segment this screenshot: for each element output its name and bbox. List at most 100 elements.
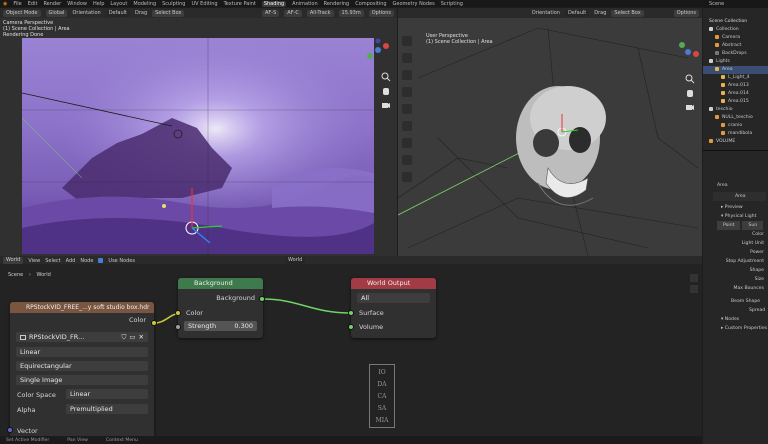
outliner-item[interactable]: cranio: [703, 122, 768, 130]
world-output-node[interactable]: World Output All Surface Volume: [351, 278, 436, 338]
source-dropdown[interactable]: Single Image: [16, 375, 148, 385]
drag-dropdown[interactable]: Select Box: [152, 9, 185, 17]
hand-pan-icon-right[interactable]: [685, 88, 695, 100]
alpha-dropdown[interactable]: Premultiplied: [66, 404, 148, 414]
scene-selector[interactable]: Scene: [703, 0, 768, 8]
outliner-item[interactable]: L_Light_4: [703, 74, 768, 82]
menu-edit[interactable]: Edit: [28, 1, 38, 7]
property-field[interactable]: Color: [703, 230, 768, 239]
spread-row[interactable]: Spread: [703, 306, 768, 315]
menu-select[interactable]: Select: [45, 258, 60, 264]
transform-orientation[interactable]: Global: [45, 9, 68, 17]
options-button[interactable]: Options: [368, 9, 394, 17]
navigation-gizmo[interactable]: [366, 38, 390, 62]
property-field[interactable]: Max Bounces: [703, 284, 768, 293]
camera-view-icon-right[interactable]: [685, 102, 695, 114]
property-field[interactable]: Power: [703, 248, 768, 257]
menu-window[interactable]: Window: [67, 1, 87, 7]
volume-socket[interactable]: [348, 324, 354, 330]
measure-tool-icon[interactable]: [402, 155, 412, 165]
editor-type-dropdown[interactable]: World: [3, 257, 24, 264]
node-zoom-icon[interactable]: [690, 274, 698, 282]
select-tool-icon[interactable]: [402, 36, 412, 46]
menu-help[interactable]: Help: [93, 1, 104, 7]
environment-texture-node[interactable]: RPStockVID_FREE_...y soft studio box.hdr…: [10, 302, 154, 444]
outliner-item[interactable]: NULL_teschio: [703, 114, 768, 122]
annotate-tool-icon[interactable]: [402, 138, 412, 148]
projection-dropdown[interactable]: Equirectangular: [16, 361, 148, 371]
node-editor[interactable]: Scene › World RPStockVID_FREE_...y soft …: [0, 264, 702, 444]
tab-rendering[interactable]: Rendering: [324, 1, 350, 7]
fake-user-shield-icon[interactable]: ⛉: [122, 332, 127, 342]
tab-sculpting[interactable]: Sculpting: [162, 1, 185, 7]
outliner-item[interactable]: VOLUME: [703, 138, 768, 146]
menu-file[interactable]: File: [13, 1, 21, 7]
light-type-point[interactable]: Point: [717, 221, 741, 230]
outliner-item[interactable]: mandibola: [703, 130, 768, 138]
outliner-item[interactable]: Camera: [703, 34, 768, 42]
env-vector-socket[interactable]: [7, 427, 13, 433]
section-nodes[interactable]: ▾ Nodes: [703, 315, 768, 324]
property-field[interactable]: Shape: [703, 266, 768, 275]
tab-shading[interactable]: Shading: [261, 0, 287, 7]
af-c-button[interactable]: AF-C: [284, 9, 302, 17]
3d-viewport[interactable]: User Perspective (1) Scene Collection | …: [398, 18, 702, 256]
light-type-sun[interactable]: Sun: [742, 221, 764, 230]
data-name-field[interactable]: Area: [713, 192, 766, 201]
scale-tool-icon[interactable]: [402, 104, 412, 114]
section-preview[interactable]: ▸ Preview: [703, 203, 768, 212]
mode-dropdown[interactable]: Object Mode: [3, 9, 41, 17]
property-field[interactable]: Stop Adjustment: [703, 257, 768, 266]
open-folder-icon[interactable]: ▭: [129, 332, 135, 342]
tab-uv-editing[interactable]: UV Editing: [191, 1, 217, 7]
cursor-tool-icon[interactable]: [402, 53, 412, 63]
output-target-dropdown[interactable]: All: [357, 293, 430, 303]
blender-logo-icon[interactable]: ◉: [3, 1, 7, 7]
background-node[interactable]: Background Background Color Strength 0.3…: [178, 278, 263, 338]
tab-scripting[interactable]: Scripting: [441, 1, 463, 7]
focus-distance[interactable]: 15.93m: [338, 9, 364, 17]
orientation-dropdown-right[interactable]: Default: [564, 9, 590, 17]
tab-animation[interactable]: Animation: [292, 1, 318, 7]
world-selector[interactable]: World: [285, 257, 306, 264]
menu-view[interactable]: View: [28, 258, 40, 264]
object-name-row[interactable]: Area: [703, 181, 768, 190]
outliner-item[interactable]: BackDrops: [703, 50, 768, 58]
tab-modeling[interactable]: Modeling: [133, 1, 156, 7]
orientation-dropdown[interactable]: Default: [105, 9, 130, 17]
af-s-button[interactable]: AF-S: [262, 9, 280, 17]
outliner-item[interactable]: Lights: [703, 58, 768, 66]
menu-add[interactable]: Add: [66, 258, 76, 264]
zoom-icon[interactable]: [381, 72, 391, 84]
strength-field[interactable]: Strength 0.300: [184, 321, 257, 331]
background-output-socket[interactable]: [259, 296, 265, 302]
section-beam-shape[interactable]: Beam Shape: [703, 297, 768, 306]
node-pan-icon[interactable]: [690, 285, 698, 293]
options-button-right[interactable]: Options: [673, 9, 699, 17]
close-icon[interactable]: ✕: [139, 332, 144, 342]
tab-texture-paint[interactable]: Texture Paint: [224, 1, 256, 7]
tab-compositing[interactable]: Compositing: [355, 1, 386, 7]
section-custom-props[interactable]: ▸ Custom Properties: [703, 324, 768, 333]
outliner-item[interactable]: Collection: [703, 26, 768, 34]
all-track-button[interactable]: All-Track: [306, 9, 334, 17]
hand-pan-icon[interactable]: [381, 86, 391, 98]
color-space-dropdown[interactable]: Linear: [66, 389, 148, 399]
navigation-gizmo-right[interactable]: [676, 40, 700, 64]
drag-dropdown-right[interactable]: Select Box: [611, 9, 644, 17]
surface-socket[interactable]: [348, 310, 354, 316]
outliner-item[interactable]: Area.013: [703, 82, 768, 90]
background-color-socket[interactable]: [175, 310, 181, 316]
add-cube-tool-icon[interactable]: [402, 172, 412, 182]
outliner-item[interactable]: Area.015: [703, 98, 768, 106]
rotate-tool-icon[interactable]: [402, 87, 412, 97]
tab-geometry-nodes[interactable]: Geometry Nodes: [393, 1, 435, 7]
outliner-item[interactable]: Area: [703, 66, 768, 74]
property-field[interactable]: Light Unit: [703, 239, 768, 248]
zoom-icon-right[interactable]: [685, 74, 695, 86]
section-physical-light[interactable]: ▾ Physical Light: [703, 212, 768, 221]
camera-viewport[interactable]: Camera Perspective (1) Scene Collection …: [0, 18, 397, 256]
image-datablock[interactable]: RPStockVID_FR... ⛉ ▭ ✕: [16, 332, 148, 342]
property-field[interactable]: Size: [703, 275, 768, 284]
outliner-item[interactable]: teschio: [703, 106, 768, 114]
